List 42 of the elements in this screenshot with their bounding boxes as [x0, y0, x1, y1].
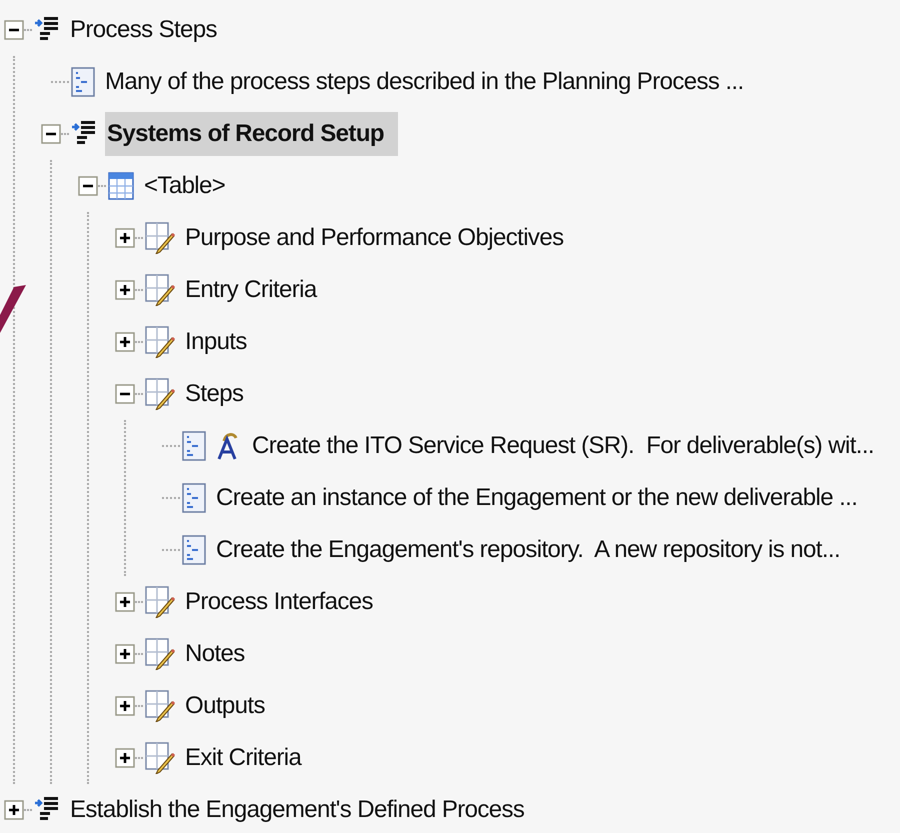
- grid-pencil-icon: [145, 378, 175, 410]
- collapse-toggle[interactable]: [41, 124, 61, 144]
- tree-item-label[interactable]: Exit Criteria: [183, 736, 304, 780]
- expand-toggle[interactable]: [4, 800, 24, 820]
- tree-item-label[interactable]: Outputs: [183, 684, 267, 728]
- expand-toggle[interactable]: [115, 280, 135, 300]
- tree-item-label[interactable]: Notes: [183, 632, 247, 676]
- grid-pencil-icon: [145, 274, 175, 306]
- tree-item-label[interactable]: Entry Criteria: [183, 268, 319, 312]
- grid-pencil-icon: [145, 638, 175, 670]
- document-icon: [182, 431, 206, 461]
- tree-item-label[interactable]: Process Interfaces: [183, 580, 375, 624]
- expand-toggle[interactable]: [115, 696, 135, 716]
- grid-pencil-icon: [145, 742, 175, 774]
- collapse-toggle[interactable]: [4, 20, 24, 40]
- collapse-toggle[interactable]: [78, 176, 98, 196]
- tree-item-label[interactable]: Process Steps: [68, 8, 219, 52]
- tree-item-label[interactable]: Purpose and Performance Objectives: [183, 216, 566, 260]
- tree-item-label[interactable]: Inputs: [183, 320, 249, 364]
- tree-item-label[interactable]: Create an instance of the Engagement or the new deliverable ...: [214, 476, 860, 520]
- grid-pencil-icon: [145, 222, 175, 254]
- tree-item-label[interactable]: Create the ITO Service Request (SR). For deliverable(s) wit...: [250, 424, 876, 468]
- tree-item-label[interactable]: Establish the Engagement's Defined Process: [68, 788, 526, 832]
- expand-toggle[interactable]: [115, 644, 135, 664]
- grid-pencil-icon: [145, 326, 175, 358]
- document-icon: [182, 535, 206, 565]
- collapse-toggle[interactable]: [115, 384, 135, 404]
- tree-item-label[interactable]: Steps: [183, 372, 246, 416]
- expand-toggle[interactable]: [115, 228, 135, 248]
- table-icon: [108, 172, 134, 200]
- tree-item-label[interactable]: Create the Engagement's repository. A new repository is not...: [214, 528, 842, 572]
- document-icon: [182, 483, 206, 513]
- expand-toggle[interactable]: [115, 592, 135, 612]
- arrow-icon: [0, 285, 26, 333]
- tree-item-label[interactable]: Many of the process steps described in the Planning Process ...: [103, 60, 746, 104]
- tree-item-label[interactable]: Systems of Record Setup: [105, 112, 398, 156]
- tree-item-label[interactable]: <Table>: [142, 164, 228, 208]
- grid-pencil-icon: [145, 586, 175, 618]
- expand-toggle[interactable]: [115, 332, 135, 352]
- document-icon: [71, 67, 95, 97]
- expand-toggle[interactable]: [115, 748, 135, 768]
- grid-pencil-icon: [145, 690, 175, 722]
